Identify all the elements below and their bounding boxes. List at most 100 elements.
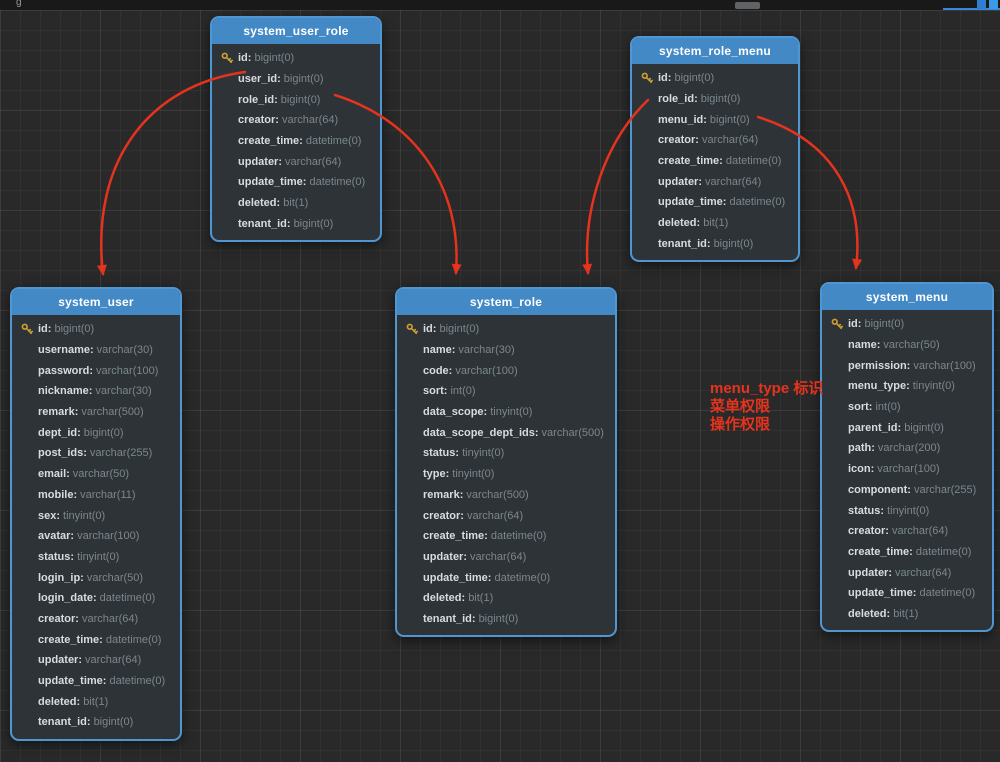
field-name: updater: (238, 156, 282, 168)
field-row[interactable]: creator:varchar(64) (632, 130, 798, 151)
key-icon (406, 323, 423, 335)
field-row[interactable]: creator:varchar(64) (822, 521, 992, 542)
field-row[interactable]: name:varchar(30) (397, 340, 615, 361)
field-row[interactable]: menu_id:bigint(0) (632, 109, 798, 130)
field-row[interactable]: tenant_id:bigint(0) (212, 214, 380, 235)
field-type: varchar(64) (85, 654, 141, 666)
table-title[interactable]: system_role (397, 289, 615, 315)
field-row[interactable]: id:bigint(0) (632, 68, 798, 89)
field-name: update_time: (238, 176, 306, 188)
toolbar-blue-square-icon[interactable] (977, 0, 986, 9)
field-row[interactable]: name:varchar(50) (822, 335, 992, 356)
field-row[interactable]: tenant_id:bigint(0) (12, 712, 180, 733)
field-row[interactable]: mobile:varchar(11) (12, 485, 180, 506)
field-row[interactable]: update_time:datetime(0) (632, 192, 798, 213)
field-row[interactable]: menu_type:tinyint(0) (822, 376, 992, 397)
field-row[interactable]: sort:int(0) (822, 397, 992, 418)
field-name: deleted: (38, 696, 80, 708)
field-row[interactable]: update_time:datetime(0) (212, 172, 380, 193)
field-row[interactable]: remark:varchar(500) (12, 402, 180, 423)
field-row[interactable]: login_ip:varchar(50) (12, 567, 180, 588)
toolbar-blue-square-icon[interactable] (989, 0, 998, 9)
field-row[interactable]: icon:varchar(100) (822, 459, 992, 480)
field-list: id:bigint(0)username:varchar(30)password… (12, 315, 180, 739)
table-system_role[interactable]: system_roleid:bigint(0)name:varchar(30)c… (395, 287, 617, 637)
table-system_role_menu[interactable]: system_role_menu id:bigint(0)role_id:bigi… (630, 36, 800, 262)
field-row[interactable]: parent_id:bigint(0) (822, 417, 992, 438)
field-name: nickname: (38, 385, 92, 397)
field-type: varchar(30) (95, 385, 151, 397)
field-type: datetime(0) (309, 176, 365, 188)
field-name: menu_type: (848, 380, 910, 392)
field-row[interactable]: create_time:datetime(0) (822, 542, 992, 563)
field-row[interactable]: password:varchar(100) (12, 360, 180, 381)
field-row[interactable]: nickname:varchar(30) (12, 381, 180, 402)
field-row[interactable]: tenant_id:bigint(0) (632, 234, 798, 255)
field-row[interactable]: id:bigint(0) (397, 319, 615, 340)
table-title[interactable]: system_user (12, 289, 180, 315)
field-type: varchar(64) (705, 176, 761, 188)
field-row[interactable]: sort:int(0) (397, 381, 615, 402)
field-row[interactable]: status:tinyint(0) (822, 500, 992, 521)
table-title[interactable]: system_menu (822, 284, 992, 310)
field-row[interactable]: permission:varchar(100) (822, 355, 992, 376)
field-row[interactable]: remark:varchar(500) (397, 485, 615, 506)
field-row[interactable]: data_scope_dept_ids:varchar(500) (397, 422, 615, 443)
field-row[interactable]: updater:varchar(64) (12, 650, 180, 671)
toolbar-button-fragment[interactable] (735, 2, 760, 9)
field-row[interactable]: login_date:datetime(0) (12, 588, 180, 609)
field-row[interactable]: id:bigint(0) (822, 314, 992, 335)
field-row[interactable]: deleted:bit(1) (632, 213, 798, 234)
field-row[interactable]: update_time:datetime(0) (397, 567, 615, 588)
field-row[interactable]: role_id:bigint(0) (632, 89, 798, 110)
field-row[interactable]: status:tinyint(0) (12, 547, 180, 568)
field-row[interactable]: updater:varchar(64) (212, 151, 380, 172)
field-row[interactable]: updater:varchar(64) (397, 547, 615, 568)
field-row[interactable]: deleted:bit(1) (822, 604, 992, 625)
field-row[interactable]: email:varchar(50) (12, 464, 180, 485)
field-row[interactable]: code:varchar(100) (397, 360, 615, 381)
field-row[interactable]: create_time:datetime(0) (632, 151, 798, 172)
field-row[interactable]: creator:varchar(64) (212, 110, 380, 131)
field-row[interactable]: role_id:bigint(0) (212, 89, 380, 110)
field-type: bigint(0) (479, 613, 519, 625)
field-row[interactable]: create_time:datetime(0) (212, 131, 380, 152)
field-row[interactable]: dept_id:bigint(0) (12, 422, 180, 443)
field-row[interactable]: updater:varchar(64) (632, 171, 798, 192)
field-row[interactable]: deleted:bit(1) (212, 193, 380, 214)
field-row[interactable]: component:varchar(255) (822, 480, 992, 501)
table-title[interactable]: system_role_menu (632, 38, 798, 64)
field-type: varchar(64) (702, 134, 758, 146)
top-toolbar: g (0, 0, 1000, 10)
field-row[interactable]: user_id:bigint(0) (212, 69, 380, 90)
field-row[interactable]: type:tinyint(0) (397, 464, 615, 485)
table-system_menu[interactable]: system_menuid:bigint(0)name:varchar(50)p… (820, 282, 994, 632)
table-title[interactable]: system_user_role (212, 18, 380, 44)
field-row[interactable]: sex:tinyint(0) (12, 505, 180, 526)
field-row[interactable]: deleted:bit(1) (12, 691, 180, 712)
field-row[interactable]: update_time:datetime(0) (822, 583, 992, 604)
field-row[interactable]: status:tinyint(0) (397, 443, 615, 464)
field-row[interactable]: create_time:datetime(0) (12, 629, 180, 650)
field-row[interactable]: username:varchar(30) (12, 340, 180, 361)
field-row[interactable]: data_scope:tinyint(0) (397, 402, 615, 423)
field-type: tinyint(0) (913, 380, 955, 392)
field-row[interactable]: creator:varchar(64) (397, 505, 615, 526)
field-name: menu_id: (658, 114, 707, 126)
field-row[interactable]: avatar:varchar(100) (12, 526, 180, 547)
field-row[interactable]: create_time:datetime(0) (397, 526, 615, 547)
field-name: updater: (658, 176, 702, 188)
field-row[interactable]: update_time:datetime(0) (12, 671, 180, 692)
field-row[interactable]: updater:varchar(64) (822, 562, 992, 583)
field-row[interactable]: path:varchar(200) (822, 438, 992, 459)
field-row[interactable]: id:bigint(0) (12, 319, 180, 340)
field-row[interactable]: creator:varchar(64) (12, 609, 180, 630)
field-name: deleted: (423, 592, 465, 604)
table-system_user[interactable]: system_userid:bigint(0)username:varchar(… (10, 287, 182, 741)
field-row[interactable]: post_ids:varchar(255) (12, 443, 180, 464)
field-row[interactable]: deleted:bit(1) (397, 588, 615, 609)
table-system_user_role[interactable]: system_user_role id:bigint(0)user_id:bigi… (210, 16, 382, 242)
field-row[interactable]: id:bigint(0) (212, 48, 380, 69)
field-row[interactable]: tenant_id:bigint(0) (397, 609, 615, 630)
field-type: varchar(500) (81, 406, 143, 418)
